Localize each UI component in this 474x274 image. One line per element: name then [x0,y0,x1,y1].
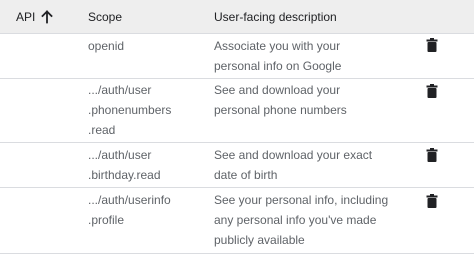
scope-cell: .../auth/userinfo .profile [88,193,171,227]
table-row: .../auth/userinfo .profile See your pers… [0,188,474,254]
description-cell: See and download your personal phone num… [214,83,347,117]
trash-icon[interactable] [426,38,438,52]
table-row: openid Associate you with your personal … [0,33,474,79]
column-header-api[interactable]: API [16,10,35,24]
column-header-description: User-facing description [214,10,337,24]
trash-icon[interactable] [426,84,438,98]
table-row: .../auth/user .birthday.read See and dow… [0,143,474,188]
column-header-scope: Scope [88,10,123,24]
description-cell: See and download your exact date of birt… [214,148,373,182]
arrow-up-icon[interactable] [40,10,54,24]
table-row: .../auth/user .phonenumbers .read See an… [0,79,474,143]
trash-icon[interactable] [426,194,438,208]
scope-cell: .../auth/user .birthday.read [88,148,161,182]
scope-cell: openid [88,39,125,53]
table-header: API Scope User-facing description [0,0,474,34]
description-cell: See your personal info, including any pe… [214,193,389,247]
scope-cell: .../auth/user .phonenumbers .read [88,83,172,137]
description-cell: Associate you with your personal info on… [214,39,342,73]
trash-icon[interactable] [426,148,438,162]
